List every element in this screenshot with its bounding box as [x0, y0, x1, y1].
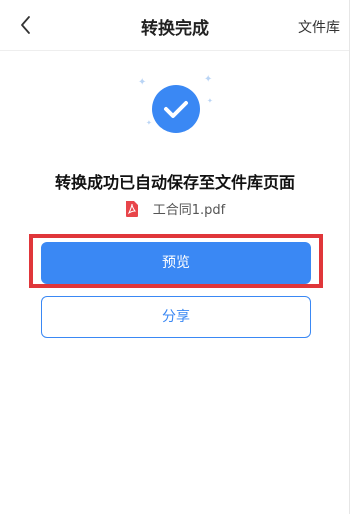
sparkle-icon: ✦	[207, 97, 213, 105]
sparkle-icon: ✦	[204, 74, 213, 85]
sparkle-icon: ✦	[146, 119, 152, 127]
share-button[interactable]: 分享	[41, 296, 311, 338]
check-circle-icon	[152, 85, 200, 133]
header-divider	[0, 50, 350, 51]
top-bar: 转换完成 文件库	[0, 0, 350, 50]
preview-button[interactable]: 预览	[41, 242, 311, 284]
file-library-link[interactable]: 文件库	[298, 17, 340, 37]
file-name: 工合同1.pdf	[152, 203, 226, 218]
sparkle-icon: ✦	[138, 77, 147, 88]
pdf-file-icon	[125, 200, 138, 217]
file-info: 工合同1.pdf	[0, 199, 350, 219]
success-message: 转换成功已自动保存至文件库页面	[54, 173, 295, 192]
